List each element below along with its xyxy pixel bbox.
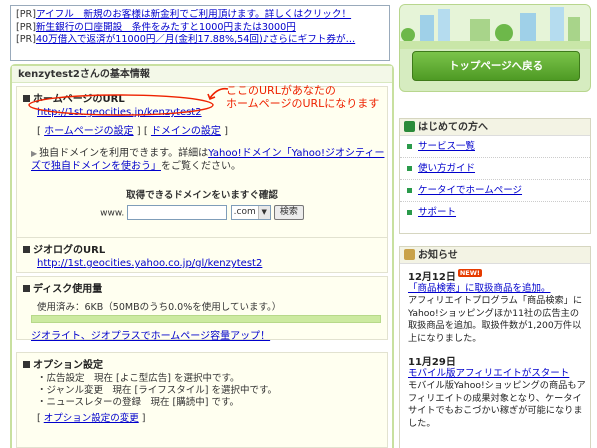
news-date-text: 12月12日 (408, 272, 456, 283)
option-settings-section: オプション設定 ・広告設定 現在 [よこ型広告] を選択中です。 ・ジャンル変更… (16, 352, 388, 448)
hero-banner: トップページへ戻る (399, 4, 591, 92)
news-body: アフィリエイトプログラム「商品検索」にYahoo!ショッピングほか11社の広告主… (408, 295, 583, 344)
pr-tag: [PR] (16, 9, 36, 20)
domain-search-label: 取得できるドメインをいますぐ確認 (126, 190, 278, 201)
beginners-item-mobile[interactable]: ケータイでホームページ (400, 180, 590, 202)
beginners-box: はじめての方へ サービス一覧 使い方ガイド ケータイでホームページ サポート (399, 118, 591, 234)
square-bullet-icon (23, 361, 30, 368)
news-headline-link[interactable]: モバイル版アフィリエイトがスタート (408, 368, 569, 379)
tld-value: .com (233, 207, 256, 217)
news-headline-link[interactable]: 「商品検索」に取扱商品を追加。 (408, 283, 551, 294)
square-bullet-icon (23, 246, 30, 253)
beginners-item-label[interactable]: ケータイでホームページ (418, 185, 522, 196)
square-bullet-icon (23, 285, 30, 292)
news-date: 12月12日 NEW! (400, 268, 590, 283)
annotation-line-1: ここのURLがあなたの (226, 84, 336, 97)
pr-ad-line: [PR]新生銀行の口座開設 条件をみたすと1000円または3000円 (16, 22, 384, 35)
custom-domain-note: ▶ 独自ドメインを利用できます。詳細はYahoo!ドメイン「Yahoo!ジオシティ… (17, 147, 387, 173)
domain-search-row: www. .com ▼ 検索 (17, 205, 387, 222)
beginners-item-label[interactable]: 使い方ガイド (418, 163, 475, 174)
news-date-text: 11月29日 (408, 357, 456, 368)
disk-heading: ディスク使用量 (33, 284, 103, 295)
beginners-title: はじめての方へ (418, 122, 488, 133)
pr-ad-line: [PR]アイフル 新規のお客様は新金利でご利用頂けます。詳しくはクリック！ (16, 9, 384, 22)
option-line: ・広告設定 現在 [よこ型広告] を選択中です。 (37, 373, 240, 384)
section-heading: ジオログのURL (17, 238, 387, 258)
disk-usage-text: 使用済み：6KB（50MBのうち0.0%を使用しています。） (37, 302, 282, 313)
bullet-icon (407, 166, 412, 171)
domain-input[interactable] (127, 205, 228, 220)
book-icon (404, 121, 415, 132)
notice-icon (404, 249, 415, 260)
pr-tag: [PR] (16, 21, 36, 33)
geolog-section: ジオログのURL http://1st.geocities.yahoo.co.j… (16, 237, 388, 273)
pr-ad-link-3[interactable]: 40万借入で返済が11000円／月(金利17.88%,54回)♪さらにギフト券が… (36, 34, 355, 45)
back-to-top-button[interactable]: トップページへ戻る (412, 51, 580, 81)
new-badge: NEW! (457, 269, 482, 277)
arrow-icon: ▶ (31, 149, 38, 158)
capacity-upgrade-link[interactable]: ジオライト、ジオプラスでホームページ容量アップ！ (31, 331, 270, 342)
beginners-item-guide[interactable]: 使い方ガイド (400, 158, 590, 180)
section-heading: ディスク使用量 (17, 277, 387, 297)
tld-select[interactable]: .com ▼ (230, 205, 271, 220)
beginners-item-support[interactable]: サポート (400, 202, 590, 224)
domain-settings-link[interactable]: ドメインの設定 (151, 126, 221, 137)
geolog-url-link[interactable]: http://1st.geocities.yahoo.co.jp/gl/kenz… (37, 258, 262, 269)
pr-ad-link-2[interactable]: 新生銀行の口座開設 条件をみたすと1000円または3000円 (36, 22, 296, 33)
option-change-link[interactable]: オプション設定の変更 (44, 413, 139, 424)
pr-tag: [PR] (16, 34, 36, 45)
pr-ad-box: [PR]アイフル 新規のお客様は新金利でご利用頂けます。詳しくはクリック！ [P… (10, 5, 390, 61)
homepage-links-row: [ ホームページの設定 ] [ ドメインの設定 ] (37, 126, 229, 137)
beginners-title-row: はじめての方へ (400, 119, 590, 136)
news-box: お知らせ 12月12日 NEW! 「商品検索」に取扱商品を追加。 アフィリエイトプ… (399, 246, 591, 448)
option-change-row: [ オプション設定の変更 ] (37, 413, 146, 424)
panel-title: kenzytest2さんの基本情報 (12, 66, 392, 83)
bullet-icon (407, 144, 412, 149)
annotation-line-2: ホームページのURLになります (226, 97, 380, 110)
annotation-text: ここのURLがあなたの ホームページのURLになります (226, 84, 379, 110)
bullet-icon (407, 210, 412, 215)
beginners-item-label[interactable]: サポート (418, 207, 456, 218)
homepage-settings-link[interactable]: ホームページの設定 (44, 126, 134, 137)
news-body: モバイル版Yahoo!ショッピングの商品もアフィリエイトの成果対象となり、ケータ… (408, 380, 586, 429)
option-line: ・ジャンル変更 現在 [ライフスタイル] を選択中です。 (37, 385, 278, 396)
city-illustration-icon (400, 5, 590, 49)
section-heading: オプション設定 (17, 353, 387, 373)
note-suffix: をご覧ください。 (161, 161, 241, 172)
beginners-item-label[interactable]: サービス一覧 (418, 141, 475, 152)
basic-info-panel: kenzytest2さんの基本情報 ホームページのURL http://1st.… (10, 64, 394, 448)
domain-search-button[interactable]: 検索 (273, 205, 304, 220)
www-label: www. (100, 208, 125, 219)
chevron-down-icon: ▼ (257, 206, 270, 219)
geolog-heading: ジオログのURL (33, 245, 106, 256)
news-title: お知らせ (418, 250, 458, 261)
annotation-ellipse (28, 94, 214, 116)
news-title-row: お知らせ (400, 247, 590, 264)
option-line: ・ニュースレターの登録 現在 [購読中] です。 (37, 397, 240, 408)
disk-usage-section: ディスク使用量 使用済み：6KB（50MBのうち0.0%を使用しています。） ジ… (16, 276, 388, 342)
pr-ad-link-1[interactable]: アイフル 新規のお客様は新金利でご利用頂けます。詳しくはクリック！ (36, 9, 351, 20)
pr-ad-line: [PR]40万借入で返済が11000円／月(金利17.88%,54回)♪さらにギ… (16, 34, 384, 47)
options-heading: オプション設定 (33, 360, 103, 371)
disk-usage-bar (31, 315, 381, 323)
beginners-item-services[interactable]: サービス一覧 (400, 136, 590, 158)
note-prefix: 独自ドメインを利用できます。詳細は (39, 148, 209, 159)
bullet-icon (407, 188, 412, 193)
news-date: 11月29日 (400, 353, 590, 368)
